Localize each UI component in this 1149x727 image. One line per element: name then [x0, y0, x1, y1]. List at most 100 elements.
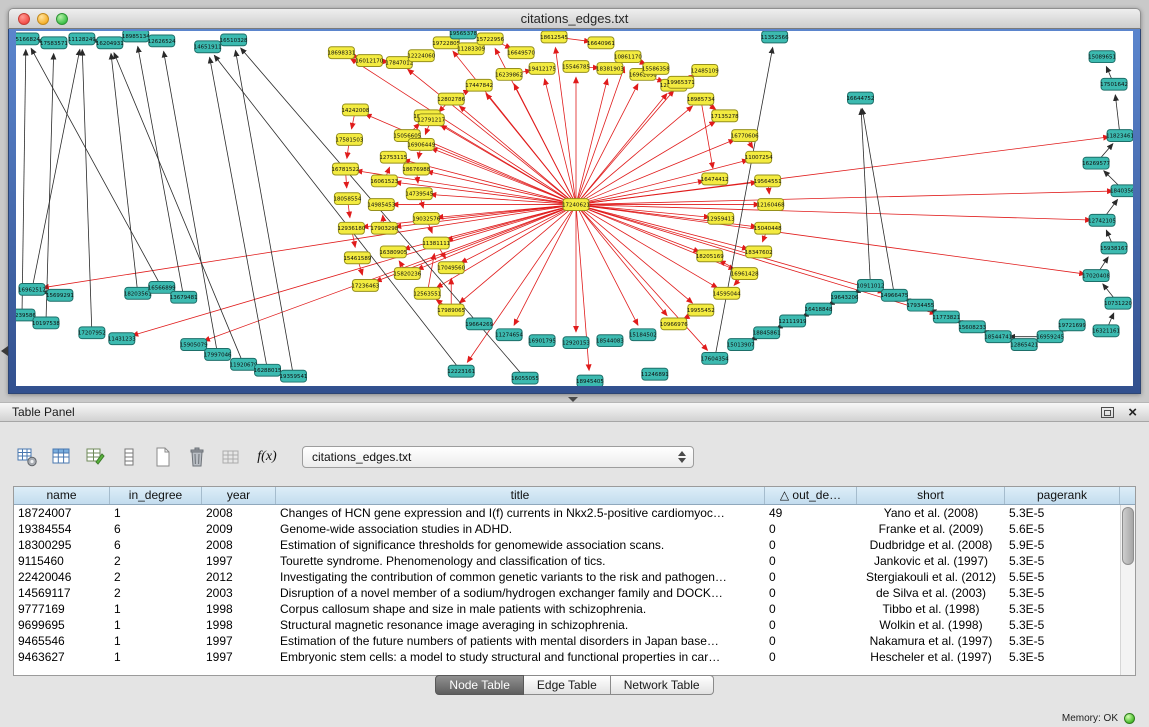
cell-pagerank[interactable]: 5.5E-5: [1005, 569, 1120, 585]
cell-name[interactable]: 22420046: [14, 569, 110, 585]
graph-node[interactable]: 18985134: [122, 31, 150, 42]
graph-node[interactable]: 12753115: [379, 151, 407, 163]
cell-in_degree[interactable]: 1: [110, 649, 202, 665]
graph-node[interactable]: 11352566: [761, 31, 789, 43]
graph-node[interactable]: 12802786: [437, 93, 465, 105]
graph-node[interactable]: 15089651: [1088, 51, 1116, 63]
cell-pagerank[interactable]: 5.3E-5: [1005, 585, 1120, 601]
network-window-titlebar[interactable]: citations_edges.txt: [8, 8, 1141, 29]
graph-node[interactable]: 13679481: [170, 291, 198, 303]
cell-out_degree[interactable]: 0: [765, 569, 857, 585]
graph-node[interactable]: 15013907: [727, 339, 755, 351]
graph-node[interactable]: 10861170: [614, 51, 642, 63]
cell-year[interactable]: 2003: [202, 585, 276, 601]
graph-node[interactable]: 19955452: [687, 304, 715, 316]
graph-node[interactable]: 16644752: [847, 92, 875, 104]
graph-node[interactable]: 15461589: [343, 252, 371, 264]
graph-node[interactable]: 19032576: [412, 212, 440, 224]
cell-name[interactable]: 9777169: [14, 601, 110, 617]
cell-out_degree[interactable]: 0: [765, 601, 857, 617]
graph-node[interactable]: 14651911: [194, 41, 222, 53]
cell-name[interactable]: 9465546: [14, 633, 110, 649]
function-builder-button[interactable]: f(x): [252, 444, 282, 470]
graph-node[interactable]: 17997046: [204, 349, 232, 361]
graph-node[interactable]: 16906449: [407, 138, 435, 150]
cell-out_degree[interactable]: 0: [765, 633, 857, 649]
cell-title[interactable]: Investigating the contribution of common…: [276, 569, 765, 585]
cell-title[interactable]: Estimation of significance thresholds fo…: [276, 537, 765, 553]
graph-node[interactable]: 15699291: [46, 289, 74, 301]
graph-node[interactable]: 15608233: [958, 321, 986, 333]
cell-out_degree[interactable]: 0: [765, 521, 857, 537]
cell-short[interactable]: Yano et al. (2008): [857, 505, 1005, 521]
graph-node[interactable]: 12563551: [413, 287, 441, 299]
graph-node[interactable]: 18544083: [596, 335, 624, 347]
cell-short[interactable]: Stergiakouli et al. (2012): [857, 569, 1005, 585]
graph-node[interactable]: 17236463: [351, 280, 379, 292]
cell-out_degree[interactable]: 0: [765, 537, 857, 553]
cell-out_degree[interactable]: 0: [765, 553, 857, 569]
graph-node[interactable]: 18845861: [753, 327, 781, 339]
graph-node[interactable]: 10966976: [660, 318, 688, 330]
cell-title[interactable]: Corpus callosum shape and size in male p…: [276, 601, 765, 617]
graph-node[interactable]: 16649570: [507, 47, 535, 59]
cell-in_degree[interactable]: 2: [110, 569, 202, 585]
graph-node[interactable]: 11823461: [1106, 130, 1133, 142]
graph-node[interactable]: 17240621: [562, 199, 590, 211]
graph-node[interactable]: 17934455: [906, 299, 934, 311]
graph-node[interactable]: 17049560: [437, 262, 465, 274]
graph-node[interactable]: 18347602: [745, 246, 773, 258]
cell-out_degree[interactable]: 0: [765, 649, 857, 665]
cell-short[interactable]: Franke et al. (2009): [857, 521, 1005, 537]
graph-node[interactable]: 16640961: [587, 37, 615, 49]
cell-in_degree[interactable]: 1: [110, 505, 202, 521]
graph-node[interactable]: 12936180: [337, 222, 365, 234]
graph-node[interactable]: 16380905: [379, 246, 407, 258]
graph-node[interactable]: 15040448: [754, 222, 782, 234]
cell-title[interactable]: Structural magnetic resonance image aver…: [276, 617, 765, 633]
cell-title[interactable]: Genome-wide association studies in ADHD.: [276, 521, 765, 537]
graph-node[interactable]: 10731220: [1104, 297, 1132, 309]
cell-year[interactable]: 1997: [202, 553, 276, 569]
graph-node[interactable]: 19721699: [1058, 319, 1086, 331]
graph-node[interactable]: 18381903: [596, 63, 624, 75]
graph-node[interactable]: 12920153: [562, 337, 590, 349]
graph-node[interactable]: 16781522: [331, 163, 359, 175]
citation-network-graph[interactable]: 1724062116061523127531151505660518055561…: [16, 31, 1133, 386]
graph-node[interactable]: 19564551: [754, 175, 782, 187]
cell-name[interactable]: 14569117: [14, 585, 110, 601]
cell-year[interactable]: 2012: [202, 569, 276, 585]
graph-node[interactable]: 18698331: [327, 47, 355, 59]
graph-node[interactable]: 16418848: [805, 303, 833, 315]
graph-node[interactable]: 17989065: [437, 304, 465, 316]
graph-node[interactable]: 19664269: [465, 318, 493, 330]
table-row[interactable]: 1938455462009Genome-wide association stu…: [14, 521, 1135, 537]
column-header-in_degree[interactable]: in_degree: [110, 487, 202, 504]
left-panel-collapse-arrow[interactable]: [1, 346, 8, 356]
cell-year[interactable]: 2008: [202, 537, 276, 553]
cell-title[interactable]: Embryonic stem cells: a model to study s…: [276, 649, 765, 665]
cell-out_degree[interactable]: 49: [765, 505, 857, 521]
cell-name[interactable]: 19384554: [14, 521, 110, 537]
float-panel-icon[interactable]: [1101, 407, 1114, 418]
graph-node[interactable]: 10197538: [32, 317, 60, 329]
graph-node[interactable]: 12485109: [691, 65, 719, 77]
graph-node[interactable]: 19412175: [528, 63, 556, 75]
cell-in_degree[interactable]: 6: [110, 537, 202, 553]
graph-node[interactable]: 12111919: [779, 315, 807, 327]
graph-node[interactable]: 18058554: [333, 193, 361, 205]
graph-node[interactable]: 17447842: [465, 79, 493, 91]
graph-node[interactable]: 16901795: [528, 335, 556, 347]
cell-year[interactable]: 1998: [202, 617, 276, 633]
tab-network-table[interactable]: Network Table: [611, 675, 714, 695]
cell-in_degree[interactable]: 1: [110, 633, 202, 649]
cell-in_degree[interactable]: 2: [110, 585, 202, 601]
import-table-button[interactable]: [218, 444, 244, 470]
cell-pagerank[interactable]: 5.3E-5: [1005, 617, 1120, 633]
graph-node[interactable]: 10911012: [857, 280, 885, 292]
tab-edge-table[interactable]: Edge Table: [524, 675, 611, 695]
cell-pagerank[interactable]: 5.6E-5: [1005, 521, 1120, 537]
graph-node[interactable]: 15546785: [562, 61, 590, 73]
column-header-out_degree[interactable]: △ out_de…: [765, 487, 857, 504]
graph-node[interactable]: 16961428: [731, 268, 759, 280]
